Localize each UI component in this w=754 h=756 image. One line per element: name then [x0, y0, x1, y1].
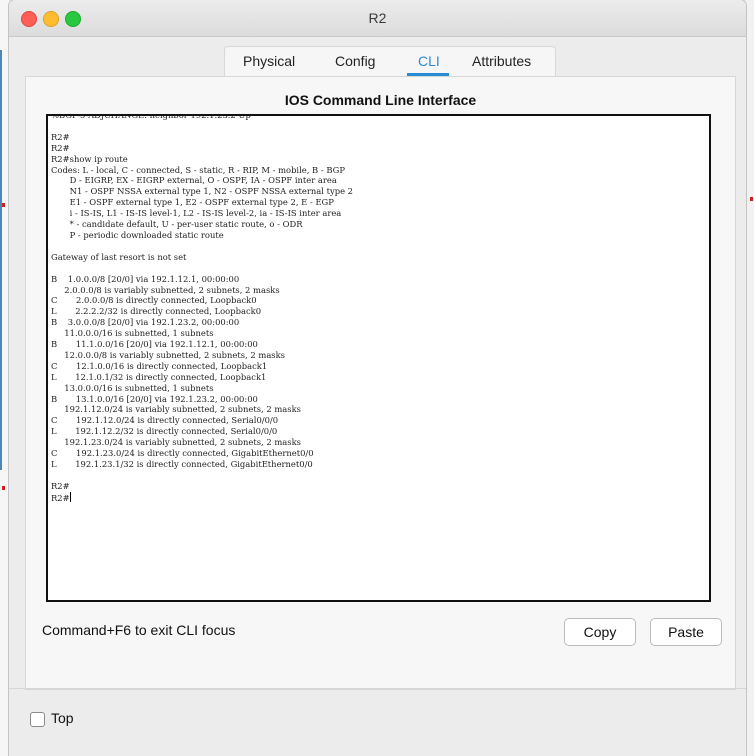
title-bar[interactable]: R2	[9, 0, 746, 37]
desktop-background-left	[0, 0, 9, 756]
paste-button[interactable]: Paste	[650, 618, 722, 646]
terminal-output-text: %BGP-5-ADJCHANGE: neighbor 192.1.23.2 Up…	[51, 114, 354, 503]
window-title: R2	[368, 10, 387, 26]
cli-panel: IOS Command Line Interface %BGP-5-ADJCHA…	[25, 76, 736, 690]
tab-physical[interactable]: Physical	[243, 53, 295, 69]
device-window: R2 Physical Config CLI Attributes IOS Co…	[9, 0, 746, 756]
cli-terminal[interactable]: %BGP-5-ADJCHANGE: neighbor 192.1.23.2 Up…	[46, 114, 711, 602]
desktop-edge-line	[0, 50, 2, 470]
desktop-background-right	[746, 0, 754, 756]
checkbox-icon[interactable]	[30, 712, 45, 727]
text-cursor-icon	[69, 491, 71, 502]
cli-heading: IOS Command Line Interface	[284, 92, 477, 108]
top-checkbox-label[interactable]: Top	[51, 710, 74, 726]
footer-divider	[9, 688, 746, 689]
copy-button[interactable]: Copy	[564, 618, 636, 646]
cli-focus-hint: Command+F6 to exit CLI focus	[42, 622, 236, 638]
desktop-marker	[750, 197, 753, 201]
terminal-output[interactable]: %BGP-5-ADJCHANGE: neighbor 192.1.23.2 Up…	[51, 114, 354, 504]
desktop-marker	[2, 486, 5, 490]
tab-config[interactable]: Config	[335, 53, 375, 69]
tab-attributes[interactable]: Attributes	[472, 53, 531, 69]
tab-bar: Physical Config CLI Attributes	[224, 46, 556, 77]
tab-cli[interactable]: CLI	[418, 53, 440, 69]
desktop-marker	[2, 203, 5, 207]
